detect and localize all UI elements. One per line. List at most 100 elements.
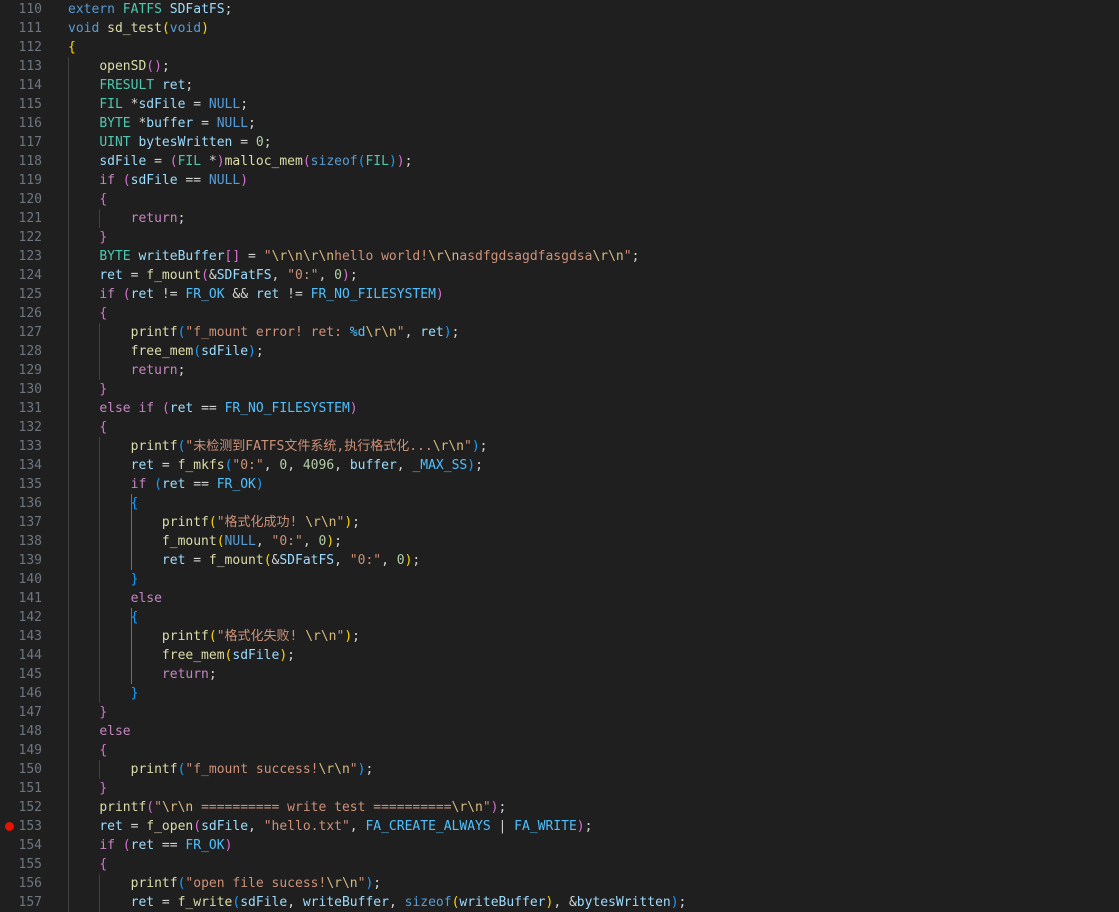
line-gutter[interactable]: 125 [0,285,50,304]
code-line[interactable]: 112 { [0,38,1119,57]
code-text[interactable]: UINT bytesWritten = 0; [68,133,271,152]
line-gutter[interactable]: 151 [0,779,50,798]
code-line[interactable]: 125 if (ret != FR_OK && ret != FR_NO_FIL… [0,285,1119,304]
code-text[interactable]: { [68,741,107,760]
code-line[interactable]: 115 FIL *sdFile = NULL; [0,95,1119,114]
code-text[interactable]: } [68,779,107,798]
line-gutter[interactable]: 123 [0,247,50,266]
code-text[interactable]: free_mem(sdFile); [68,646,295,665]
code-text[interactable]: } [68,380,107,399]
code-line[interactable]: 139 ret = f_mount(&SDFatFS, "0:", 0); [0,551,1119,570]
code-text[interactable]: extern FATFS SDFatFS; [68,0,232,19]
code-text[interactable]: { [68,418,107,437]
line-gutter[interactable]: 116 [0,114,50,133]
code-line[interactable]: 145 return; [0,665,1119,684]
line-gutter[interactable]: 130 [0,380,50,399]
code-text[interactable]: return; [68,209,186,228]
code-text[interactable]: FRESULT ret; [68,76,193,95]
code-line[interactable]: 111 void sd_test(void) [0,19,1119,38]
line-gutter[interactable]: 138 [0,532,50,551]
line-gutter[interactable]: 131 [0,399,50,418]
code-line[interactable]: 135 if (ret == FR_OK) [0,475,1119,494]
code-text[interactable]: ret = f_mount(&SDFatFS, "0:", 0); [68,266,357,285]
line-gutter[interactable]: 110 [0,0,50,19]
code-text[interactable]: } [68,570,139,589]
code-line[interactable]: 144 free_mem(sdFile); [0,646,1119,665]
line-gutter[interactable]: 111 [0,19,50,38]
line-gutter[interactable]: 141 [0,589,50,608]
code-text[interactable]: ret = f_mount(&SDFatFS, "0:", 0); [68,551,420,570]
code-text[interactable]: FIL *sdFile = NULL; [68,95,248,114]
code-text[interactable]: free_mem(sdFile); [68,342,264,361]
vertical-scrollbar[interactable] [1105,0,1119,909]
line-gutter[interactable]: 154 [0,836,50,855]
line-gutter[interactable]: 133 [0,437,50,456]
code-line[interactable]: 117 UINT bytesWritten = 0; [0,133,1119,152]
code-text[interactable]: if (ret == FR_OK) [68,836,232,855]
code-text[interactable]: else if (ret == FR_NO_FILESYSTEM) [68,399,357,418]
code-text[interactable]: printf("\r\n ========== write test =====… [68,798,506,817]
line-gutter[interactable]: 132 [0,418,50,437]
code-text[interactable]: printf("未检测到FATFS文件系统,执行格式化...\r\n"); [68,437,488,456]
code-line[interactable]: 122 } [0,228,1119,247]
code-text[interactable]: void sd_test(void) [68,19,209,38]
line-gutter[interactable]: 157 [0,893,50,912]
line-gutter[interactable]: 136 [0,494,50,513]
code-text[interactable]: f_mount(NULL, "0:", 0); [68,532,342,551]
line-gutter[interactable]: 115 [0,95,50,114]
code-text[interactable]: { [68,38,76,57]
code-text[interactable]: { [68,304,107,323]
code-text[interactable]: openSD(); [68,57,169,76]
code-line[interactable]: 120 { [0,190,1119,209]
line-gutter[interactable]: 140 [0,570,50,589]
line-gutter[interactable]: 121 [0,209,50,228]
code-line[interactable]: 154 if (ret == FR_OK) [0,836,1119,855]
code-text[interactable]: return; [68,361,186,380]
line-gutter[interactable]: 153 [0,817,50,836]
code-line[interactable]: 152 printf("\r\n ========== write test =… [0,798,1119,817]
code-line[interactable]: 126 { [0,304,1119,323]
code-text[interactable]: if (sdFile == NULL) [68,171,248,190]
code-line[interactable]: 143 printf("格式化失败! \r\n"); [0,627,1119,646]
line-gutter[interactable]: 119 [0,171,50,190]
line-gutter[interactable]: 155 [0,855,50,874]
line-gutter[interactable]: 147 [0,703,50,722]
code-line[interactable]: 149 { [0,741,1119,760]
code-line[interactable]: 140 } [0,570,1119,589]
line-gutter[interactable]: 149 [0,741,50,760]
code-line[interactable]: 141 else [0,589,1119,608]
code-line[interactable]: 127 printf("f_mount error! ret: %d\r\n",… [0,323,1119,342]
code-text[interactable]: else [68,722,130,741]
code-text[interactable]: printf("f_mount success!\r\n"); [68,760,374,779]
line-gutter[interactable]: 112 [0,38,50,57]
line-gutter[interactable]: 146 [0,684,50,703]
line-gutter[interactable]: 118 [0,152,50,171]
code-line[interactable]: 119 if (sdFile == NULL) [0,171,1119,190]
code-line[interactable]: 156 printf("open file sucess!\r\n"); [0,874,1119,893]
breakpoint-icon[interactable] [5,822,14,831]
line-gutter[interactable]: 114 [0,76,50,95]
code-line[interactable]: 131 else if (ret == FR_NO_FILESYSTEM) [0,399,1119,418]
line-gutter[interactable]: 150 [0,760,50,779]
code-text[interactable]: BYTE writeBuffer[] = "\r\n\r\nhello worl… [68,247,639,266]
code-line[interactable]: 151 } [0,779,1119,798]
line-gutter[interactable]: 126 [0,304,50,323]
line-gutter[interactable]: 127 [0,323,50,342]
code-line[interactable]: 132 { [0,418,1119,437]
code-text[interactable]: printf("格式化失败! \r\n"); [68,627,360,646]
code-text[interactable]: BYTE *buffer = NULL; [68,114,256,133]
code-line[interactable]: 113 openSD(); [0,57,1119,76]
line-gutter[interactable]: 156 [0,874,50,893]
code-text[interactable]: printf("f_mount error! ret: %d\r\n", ret… [68,323,460,342]
code-line[interactable]: 114 FRESULT ret; [0,76,1119,95]
line-gutter[interactable]: 152 [0,798,50,817]
code-line[interactable]: 136 { [0,494,1119,513]
code-line[interactable]: 153 ret = f_open(sdFile, "hello.txt", FA… [0,817,1119,836]
line-gutter[interactable]: 117 [0,133,50,152]
line-gutter[interactable]: 120 [0,190,50,209]
line-gutter[interactable]: 124 [0,266,50,285]
code-line[interactable]: 123 BYTE writeBuffer[] = "\r\n\r\nhello … [0,247,1119,266]
code-text[interactable]: ret = f_write(sdFile, writeBuffer, sizeo… [68,893,687,912]
code-text[interactable]: else [68,589,162,608]
code-line[interactable]: 128 free_mem(sdFile); [0,342,1119,361]
